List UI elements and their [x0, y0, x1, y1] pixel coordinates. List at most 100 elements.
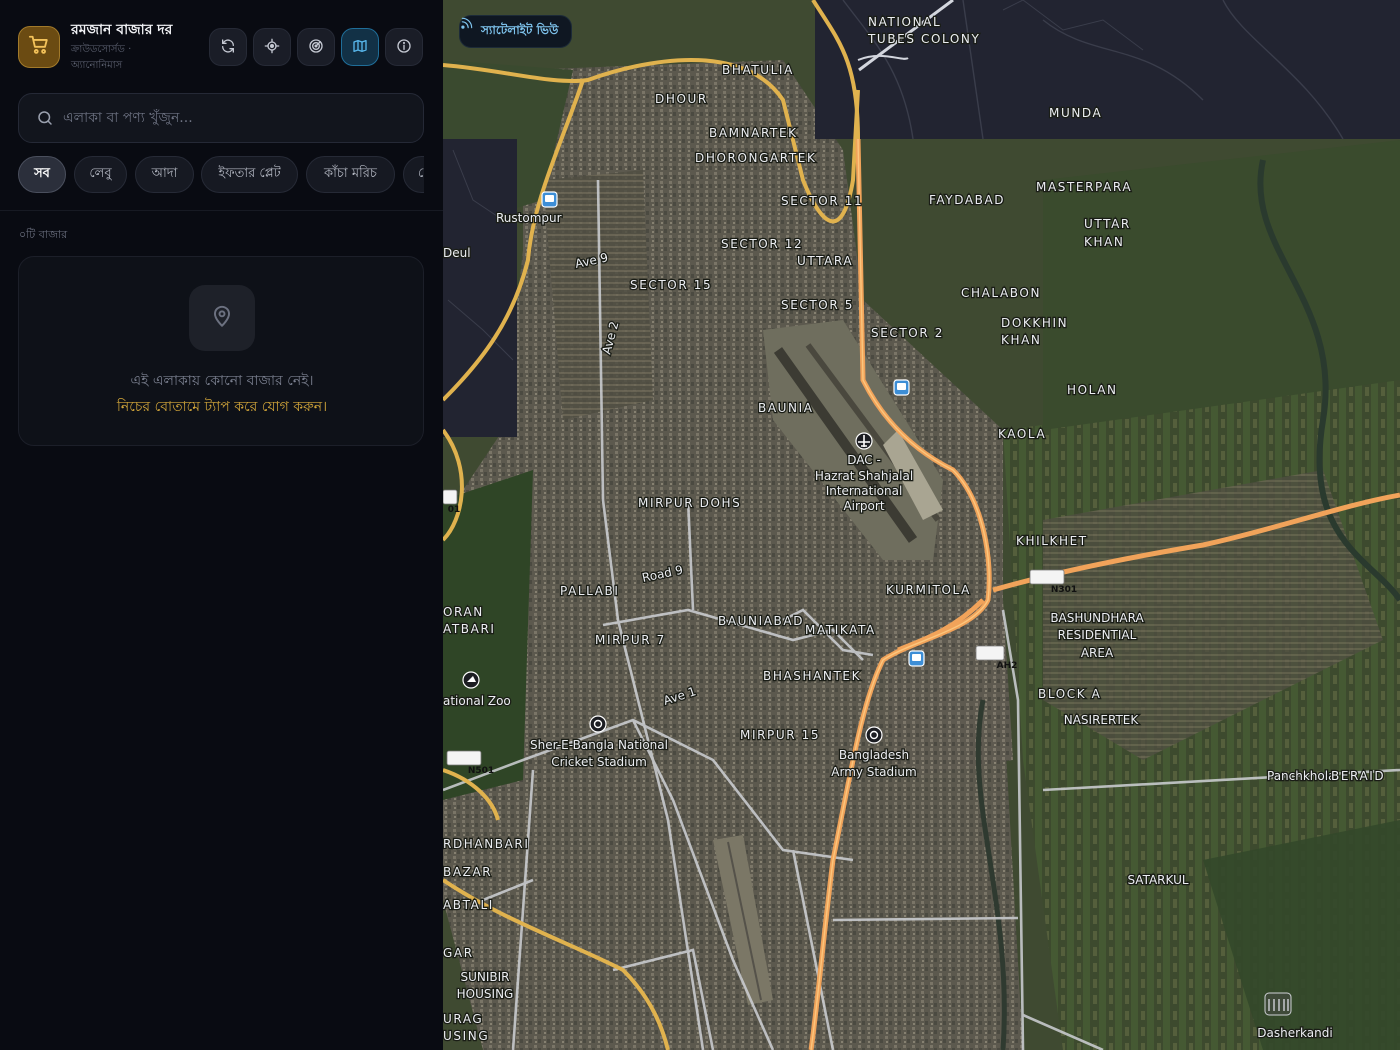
map-label: BLOCK A [1038, 687, 1101, 701]
chip-all[interactable]: সব [18, 156, 66, 193]
search-input[interactable] [63, 94, 413, 142]
map-label: BAUNIA [758, 401, 814, 415]
map-icon [352, 38, 368, 57]
app-title: রমজান বাজার দর [71, 22, 173, 38]
map-label: Hazrat Shahjalal [815, 469, 913, 483]
filter-chips: সব লেবু আদা ইফতার প্লেট কাঁচা মরিচ ে [18, 156, 424, 194]
map-label: PALLABI [560, 584, 620, 598]
map-label: SUNIBIR [460, 970, 509, 984]
map-label: Bangladesh [839, 748, 909, 762]
map-label: DHORONGARTEK [695, 151, 816, 165]
map-view[interactable]: NATIONAL TUBES COLONY MUNDA BHATULIA DHOUR BA… [443, 0, 1400, 1050]
map-label: RESIDENTIAL [1058, 628, 1137, 642]
stadium-icon[interactable] [865, 726, 883, 744]
empty-state-hint: নিচের বোতামে ট্যাপ করে যোগ করুন। [116, 399, 328, 415]
map-label: Deul [443, 246, 471, 260]
map-label: URAG [443, 1012, 483, 1026]
refresh-button[interactable] [209, 28, 247, 66]
map-label: CHALABON [961, 286, 1041, 300]
sidebar: রমজান বাজার দর ক্রাউডসোর্সড · অ্যানোনিমা… [0, 0, 443, 1050]
map-label: HOUSING [457, 987, 514, 1001]
map-label: UTTARA [797, 254, 853, 268]
map-label: BERAID [1331, 769, 1385, 783]
map-label: Airport [843, 499, 884, 513]
map-label: FAYDABAD [929, 193, 1005, 207]
satellite-map[interactable]: NATIONAL TUBES COLONY MUNDA BHATULIA DHOUR BA… [443, 0, 1400, 1050]
map-label: UTTAR [1084, 217, 1131, 231]
map-label: MIRPUR 7 [595, 633, 666, 647]
map-label: AH2 [997, 661, 1018, 671]
map-label: Panchkhola [1267, 769, 1335, 783]
shopping-cart-icon [28, 34, 50, 60]
metro-station-icon[interactable] [908, 650, 925, 667]
road-shield-n501 [446, 750, 482, 766]
map-label: MIRPUR DOHS [638, 496, 741, 510]
map-label: GAR [443, 946, 474, 960]
map-label: International [826, 484, 903, 498]
map-label: DOKKHIN [1001, 316, 1068, 330]
map-label: BASHUNDHARA [1050, 611, 1144, 625]
map-label: USING [443, 1029, 489, 1043]
map-label: N301 [1051, 585, 1077, 595]
airport-icon[interactable] [855, 432, 873, 450]
map-label: BAUNIABAD [718, 614, 804, 628]
road-shield-n301 [1029, 569, 1065, 585]
map-label: MATIKATA [805, 623, 876, 637]
map-label: MUNDA [1049, 106, 1102, 120]
map-label: BHATULIA [722, 63, 794, 77]
chip-next[interactable]: ে [403, 156, 424, 193]
map-label: DHOUR [655, 92, 708, 106]
info-button[interactable] [385, 28, 423, 66]
map-label: 01 [448, 505, 461, 515]
map-label: TUBES COLONY [867, 32, 980, 46]
map-label: SECTOR 5 [781, 298, 854, 312]
zoo-icon[interactable] [462, 671, 480, 689]
road-shield-ah2 [975, 645, 1005, 661]
section-divider [0, 210, 443, 211]
map-label: KHAN [1084, 235, 1124, 249]
chip-lemon[interactable]: লেবু [74, 156, 127, 193]
map-label: NASIRERTEK [1064, 713, 1140, 727]
map-label: KHAN [1001, 333, 1041, 347]
metro-station-icon[interactable] [541, 191, 558, 208]
map-label: HOLAN [1067, 383, 1118, 397]
radar-button[interactable] [297, 28, 335, 66]
locate-button[interactable] [253, 28, 291, 66]
search-icon [36, 109, 54, 131]
map-label: ational Zoo [443, 694, 511, 708]
satellite-view-toggle[interactable]: স্যাটেলাইট ভিউ [459, 15, 573, 48]
empty-state-card: এই এলাকায় কোনো বাজার নেই। নিচের বোতামে … [18, 256, 424, 446]
map-label: SECTOR 11 [781, 194, 863, 208]
map-label: MASTERPARA [1036, 180, 1132, 194]
chip-green-chili[interactable]: কাঁচা মরিচ [306, 156, 395, 193]
metro-station-icon[interactable] [893, 379, 910, 396]
map-label: KURMITOLA [886, 583, 971, 597]
locate-icon [264, 38, 280, 57]
radar-icon [308, 38, 324, 57]
map-label: KAOLA [998, 427, 1046, 441]
refresh-icon [220, 38, 236, 57]
map-label: Cricket Stadium [551, 755, 647, 769]
info-icon [396, 38, 412, 57]
chip-ginger[interactable]: আদা [135, 156, 194, 193]
map-label: KHILKHET [1016, 534, 1088, 548]
landmark-icon[interactable] [1264, 992, 1292, 1016]
map-pin-icon [209, 303, 235, 333]
app-root: রমজান বাজার দর ক্রাউডসোর্সড · অ্যানোনিমা… [0, 0, 1400, 1050]
map-label: Army Stadium [831, 765, 916, 779]
chip-iftar-plate[interactable]: ইফতার প্লেট [201, 156, 298, 193]
map-label: SATARKUL [1127, 873, 1188, 887]
map-label: DAC - [847, 453, 881, 467]
map-label: N501 [468, 766, 494, 776]
app-header: রমজান বাজার দর ক্রাউডসোর্সড · অ্যানোনিমা… [18, 16, 425, 78]
map-label: ORAN [443, 605, 484, 619]
satellite-view-label: স্যাটেলাইট ভিউ [481, 22, 559, 37]
map-label: SECTOR 12 [721, 237, 803, 251]
map-label: MIRPUR 15 [740, 728, 820, 742]
app-logo [18, 26, 60, 68]
road-shield-partial [443, 489, 458, 505]
map-view-button[interactable] [341, 28, 379, 66]
map-label: Sher-E-Bangla National [530, 738, 668, 752]
empty-state-message: এই এলাকায় কোনো বাজার নেই। [130, 373, 314, 389]
stadium-icon[interactable] [589, 715, 607, 733]
